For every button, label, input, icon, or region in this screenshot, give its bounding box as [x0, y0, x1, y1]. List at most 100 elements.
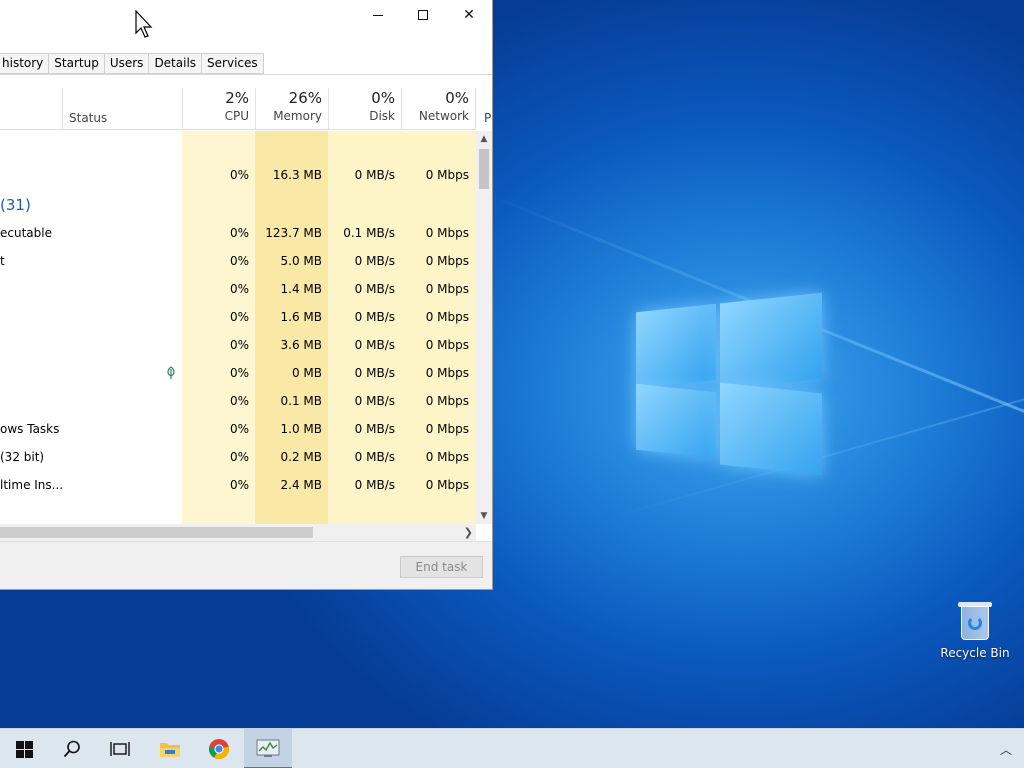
table-row[interactable]: t 0% 5.0 MB 0 MB/s 0 Mbps — [0, 247, 476, 275]
title-bar[interactable]: ✕ — [0, 0, 492, 30]
tab-details[interactable]: Details — [149, 53, 203, 74]
close-button[interactable]: ✕ — [446, 0, 492, 30]
disk-cell: 0.1 MB/s — [343, 226, 395, 240]
table-row[interactable]: (32 bit) 0% 0.2 MB 0 MB/s 0 Mbps — [0, 443, 476, 471]
table-row[interactable]: ecutable 0% 123.7 MB 0.1 MB/s 0 Mbps — [0, 219, 476, 247]
cpu-cell: 0% — [229, 338, 249, 352]
minimize-button[interactable] — [355, 0, 401, 30]
task-view-button[interactable] — [96, 729, 144, 768]
process-name: ltime Ins... — [0, 478, 64, 492]
disk-cell: 0 MB/s — [354, 338, 395, 352]
task-view-icon — [110, 742, 130, 756]
memory-total-percent: 26% — [288, 89, 322, 107]
chrome-icon — [208, 739, 230, 760]
network-cell: 0 Mbps — [425, 226, 469, 240]
disk-total-percent: 0% — [371, 89, 395, 107]
horizontal-scroll-thumb[interactable] — [0, 527, 313, 538]
process-name: (31) — [0, 196, 31, 214]
table-row[interactable]: ltime Ins... 0% 2.4 MB 0 MB/s 0 Mbps — [0, 471, 476, 499]
file-explorer-icon — [160, 743, 180, 757]
table-row[interactable]: ows Tasks 0% 1.0 MB 0 MB/s 0 Mbps — [0, 415, 476, 443]
maximize-icon — [418, 10, 428, 20]
scroll-down-icon[interactable]: ▼ — [476, 508, 492, 524]
cpu-cell: 0% — [229, 422, 249, 436]
memory-cell: 0.2 MB — [280, 450, 322, 464]
memory-cell: 16.3 MB — [272, 168, 322, 182]
memory-cell: 1.0 MB — [280, 422, 322, 436]
end-task-button[interactable]: End task — [400, 556, 483, 578]
disk-cell: 0 MB/s — [354, 254, 395, 268]
tab-services[interactable]: Services — [202, 53, 264, 74]
memory-cell: 123.7 MB — [265, 226, 322, 240]
disk-cell: 0 MB/s — [354, 422, 395, 436]
tab-startup[interactable]: Startup — [49, 53, 105, 74]
memory-cell: 3.6 MB — [280, 338, 322, 352]
scroll-right-icon[interactable]: ❯ — [464, 524, 473, 541]
network-cell: 0 Mbps — [425, 310, 469, 324]
network-cell: 0 Mbps — [425, 366, 469, 380]
cpu-cell: 0% — [229, 450, 249, 464]
disk-header-label: Disk — [369, 109, 395, 123]
memory-header-label: Memory — [273, 109, 322, 123]
process-list: 0% 16.3 MB 0 MB/s 0 Mbps (31) ecutable 0% 123.7… — [0, 131, 476, 524]
network-cell: 0 Mbps — [425, 282, 469, 296]
search-button[interactable] — [48, 729, 96, 768]
disk-cell: 0 MB/s — [354, 478, 395, 492]
tab-strip: history Startup Users Details Services — [0, 53, 264, 74]
network-cell: 0 Mbps — [425, 450, 469, 464]
status-header-label: Status — [69, 111, 108, 125]
column-header-cpu[interactable]: 2% CPU — [182, 88, 255, 130]
disk-cell: 0 MB/s — [354, 310, 395, 324]
column-header-power[interactable]: P — [475, 88, 493, 130]
tab-app-history[interactable]: history — [0, 53, 50, 74]
tab-divider — [0, 74, 492, 75]
memory-cell: 2.4 MB — [280, 478, 322, 492]
table-row[interactable]: 0% 1.4 MB 0 MB/s 0 Mbps — [0, 275, 476, 303]
scroll-up-icon[interactable]: ▲ — [476, 131, 492, 147]
file-explorer-button[interactable] — [146, 729, 194, 768]
table-row[interactable]: 0% 16.3 MB 0 MB/s 0 Mbps — [0, 161, 476, 189]
horizontal-scrollbar[interactable]: ❯ — [0, 524, 476, 541]
disk-cell: 0 MB/s — [354, 168, 395, 182]
recycle-bin-desktop-icon[interactable]: Recycle Bin — [940, 600, 1010, 660]
column-header-network[interactable]: 0% Network — [401, 88, 475, 130]
network-cell: 0 Mbps — [425, 338, 469, 352]
column-header-memory[interactable]: 26% Memory — [255, 88, 328, 130]
table-row[interactable] — [0, 133, 476, 161]
process-name: t — [0, 254, 5, 268]
process-group-header[interactable]: (31) — [0, 191, 476, 219]
cpu-cell: 0% — [229, 226, 249, 240]
recycle-bin-label: Recycle Bin — [940, 646, 1010, 660]
column-header-disk[interactable]: 0% Disk — [328, 88, 401, 130]
windows-logo-wallpaper — [636, 290, 822, 480]
network-cell: 0 Mbps — [425, 168, 469, 182]
table-row[interactable]: 0% 0 MB 0 MB/s 0 Mbps — [0, 359, 476, 387]
table-row[interactable]: 0% 0.1 MB 0 MB/s 0 Mbps — [0, 387, 476, 415]
network-cell: 0 Mbps — [425, 422, 469, 436]
vertical-scrollbar[interactable]: ▲ ▼ — [476, 131, 492, 524]
chevron-up-icon: ︿ — [999, 742, 1012, 757]
memory-cell: 1.6 MB — [280, 310, 322, 324]
column-header-status[interactable]: Status — [62, 88, 182, 130]
close-icon: ✕ — [463, 7, 475, 23]
cpu-cell: 0% — [229, 282, 249, 296]
power-header-label: P — [484, 111, 492, 125]
task-manager-taskbar-button[interactable] — [244, 729, 292, 768]
chrome-button[interactable] — [195, 729, 243, 768]
show-hidden-icons-button[interactable]: ︿ — [996, 729, 1016, 768]
table-row[interactable]: 0% 3.6 MB 0 MB/s 0 Mbps — [0, 331, 476, 359]
vertical-scroll-thumb[interactable] — [479, 149, 489, 189]
recycle-bin-icon — [957, 600, 993, 642]
network-cell: 0 Mbps — [425, 478, 469, 492]
task-manager-icon — [256, 739, 280, 757]
maximize-button[interactable] — [400, 0, 446, 30]
memory-cell: 5.0 MB — [280, 254, 322, 268]
cpu-cell: 0% — [229, 478, 249, 492]
start-button[interactable] — [0, 729, 48, 768]
cpu-cell: 0% — [229, 310, 249, 324]
cpu-cell: 0% — [229, 394, 249, 408]
table-row[interactable]: 0% 1.6 MB 0 MB/s 0 Mbps — [0, 303, 476, 331]
tab-users[interactable]: Users — [104, 53, 150, 74]
cpu-total-percent: 2% — [225, 89, 249, 107]
taskbar: ︿ — [0, 728, 1024, 768]
